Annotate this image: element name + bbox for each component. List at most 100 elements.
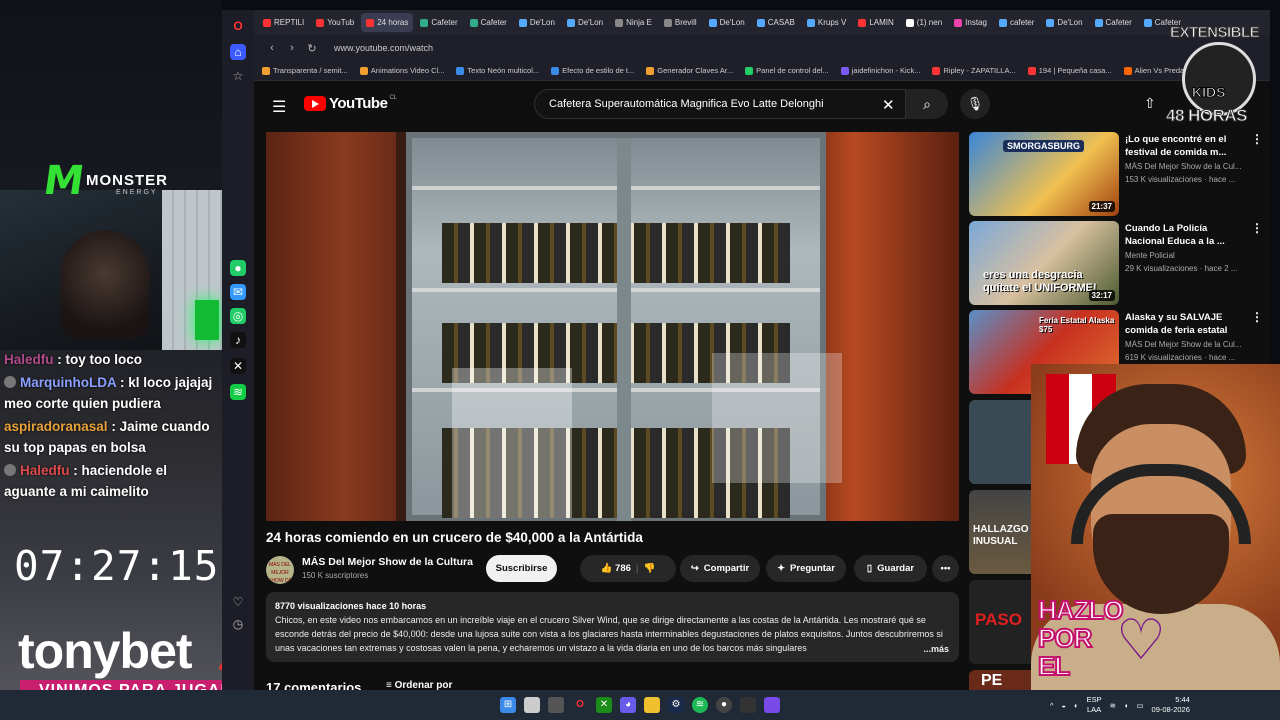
windows-start-icon[interactable]: ⊞	[500, 697, 516, 713]
x-icon[interactable]: ✕	[230, 358, 246, 374]
recommended-video[interactable]: SMORGASBURG 21:37 ¡Lo que encontré en el…	[969, 132, 1263, 218]
browser-tab[interactable]: YouTub	[311, 13, 359, 32]
search-button[interactable]: ⌕	[906, 89, 948, 119]
browser-tab[interactable]: De'Lon	[562, 13, 608, 32]
heart-icon[interactable]: ♡	[230, 594, 246, 610]
tab-favicon-icon	[1143, 18, 1152, 27]
wifi-icon[interactable]: ≋	[1110, 701, 1116, 710]
browser-tab[interactable]: (1) nen	[901, 13, 947, 32]
opera-icon[interactable]: O	[230, 18, 246, 34]
spotify-icon[interactable]: ≋	[230, 384, 246, 400]
more-options-icon[interactable]: ⋮	[1251, 132, 1263, 146]
video-description[interactable]: 8770 visualizaciones hace 10 horas Chico…	[266, 592, 959, 662]
video-thumbnail[interactable]: PE	[969, 670, 1031, 690]
browser-tab[interactable]: Ninja E	[610, 13, 657, 32]
star-icon[interactable]: ☆	[230, 68, 246, 84]
menu-icon[interactable]: ☰	[272, 97, 286, 117]
obs-icon[interactable]: ●	[716, 697, 732, 713]
xbox-icon[interactable]: ✕	[596, 697, 612, 713]
bookmark-item[interactable]: Texto Neón multicol...	[456, 66, 539, 75]
bookmark-item[interactable]: Ripley - ZAPATILLA...	[932, 66, 1016, 75]
channel-avatar[interactable]: MÁS DEL MEJOR SHOW DE LA CULTURA	[266, 556, 294, 584]
ask-button[interactable]: ✦ Preguntar	[766, 555, 846, 582]
reload-icon[interactable]: ↻	[302, 42, 322, 55]
clear-search-icon[interactable]: ✕	[882, 96, 895, 114]
file-icon[interactable]	[548, 697, 564, 713]
bookmark-item[interactable]: Transparenta / semit...	[262, 66, 348, 75]
browser-tab[interactable]: Cafeter	[415, 13, 462, 32]
browser-tab[interactable]: Instag	[949, 13, 992, 32]
bookmark-item[interactable]: Generador Claves Ar...	[646, 66, 733, 75]
video-thumbnail[interactable]: PASO	[969, 580, 1031, 664]
app-icon[interactable]	[740, 697, 756, 713]
browser-tab[interactable]: REPTILI	[258, 13, 309, 32]
bookmark-item[interactable]: jaidefinichon - Kick...	[840, 66, 920, 75]
dislike-button[interactable]: 👎	[644, 563, 656, 574]
share-button[interactable]: ↪ Compartir	[680, 555, 760, 582]
browser-tab[interactable]: De'Lon	[704, 13, 750, 32]
search-input[interactable]: Cafetera Superautomática Magnifica Evo L…	[534, 89, 906, 119]
sort-comments-button[interactable]: ≡ Ordenar por	[386, 680, 452, 690]
tab-favicon-icon	[905, 18, 914, 27]
history-icon[interactable]: ◷	[230, 616, 246, 632]
video-thumbnail[interactable]: HALLAZGO INUSUAL	[969, 490, 1031, 574]
youtube-logo[interactable]: YouTube CL	[304, 95, 397, 112]
more-options-icon[interactable]: ⋮	[1251, 310, 1263, 324]
folder-icon[interactable]	[644, 697, 660, 713]
messenger-icon[interactable]: ✉	[230, 284, 246, 300]
browser-tab[interactable]: Krups V	[802, 13, 851, 32]
spotify-icon[interactable]: ≋	[692, 697, 708, 713]
bookmark-item[interactable]: 194 | Pequeña casa...	[1027, 66, 1112, 75]
back-icon[interactable]: ‹	[262, 42, 282, 54]
home-icon[interactable]: ⌂	[230, 44, 246, 60]
volume-icon[interactable]: ◐	[1074, 701, 1079, 710]
bookmark-item[interactable]: Panel de control del...	[745, 66, 829, 75]
show-more-link[interactable]: ...más	[923, 642, 949, 656]
whatsapp-icon[interactable]: ◎	[230, 308, 246, 324]
browser-tab[interactable]: 24 horas	[361, 13, 414, 32]
whatsapp-icon[interactable]: ●	[230, 260, 246, 276]
subscribe-button[interactable]: Suscribirse	[486, 555, 557, 582]
channel-name[interactable]: MÁS Del Mejor Show de la Cultura	[302, 556, 473, 568]
browser-tab[interactable]: De'Lon	[1041, 13, 1087, 32]
discord-icon[interactable]: ◕	[620, 697, 636, 713]
voice-search-button[interactable]: 🎙	[960, 89, 990, 119]
upload-icon[interactable]: ⇧	[1144, 95, 1156, 112]
like-button[interactable]: 👍 786	[601, 563, 631, 574]
speaker-icon[interactable]: ◖	[1124, 701, 1129, 710]
bookmark-favicon-icon	[359, 66, 368, 75]
forward-icon[interactable]: ›	[282, 42, 302, 54]
more-actions-button[interactable]: •••	[932, 555, 959, 582]
browser-tab[interactable]: Cafeter	[465, 13, 512, 32]
tiktok-icon[interactable]: ♪	[230, 332, 246, 348]
tab-favicon-icon	[518, 18, 527, 27]
browser-tab[interactable]: CASAB	[752, 13, 800, 32]
browser-tab[interactable]: Brevill	[659, 13, 702, 32]
task-view-icon[interactable]	[524, 697, 540, 713]
save-button[interactable]: ▯ Guardar	[854, 555, 927, 582]
opera-icon[interactable]: O	[572, 697, 588, 713]
language-indicator[interactable]: ESP LAA	[1087, 695, 1102, 715]
network-icon[interactable]: ◒	[1062, 701, 1067, 710]
bookmark-item[interactable]: Efecto de estilo de t...	[551, 66, 634, 75]
clock[interactable]: 5:44 09-08-2026	[1152, 695, 1190, 715]
bookmark-item[interactable]: Animations Video Cl...	[359, 66, 444, 75]
app-icon[interactable]	[764, 697, 780, 713]
tab-bar: REPTILI YouTub 24 horas Cafeter Cafeter De'Lo…	[254, 10, 1270, 35]
video-player[interactable]	[266, 132, 959, 521]
chevron-up-icon[interactable]: ^	[1050, 701, 1054, 710]
heart-icon: ♡	[1115, 608, 1167, 671]
bookmark-favicon-icon	[745, 66, 754, 75]
battery-icon[interactable]: ▭	[1136, 701, 1143, 710]
browser-tab[interactable]: LAMIN	[853, 13, 898, 32]
youtube-header: ☰ YouTube CL Cafetera Superautomática Ma…	[254, 81, 1270, 129]
browser-tab[interactable]: Cafeter	[1090, 13, 1137, 32]
address-bar: ‹ › ↻ www.youtube.com/watch	[254, 35, 1270, 61]
more-options-icon[interactable]: ⋮	[1251, 221, 1263, 235]
video-thumbnail[interactable]	[969, 400, 1031, 484]
browser-tab[interactable]: cafeter	[994, 13, 1039, 32]
steam-icon[interactable]: ⚙	[668, 697, 684, 713]
url-field[interactable]: www.youtube.com/watch	[334, 43, 433, 53]
browser-tab[interactable]: De'Lon	[514, 13, 560, 32]
recommended-video[interactable]: eres una desgracia quítate el UNIFORME! …	[969, 221, 1263, 307]
